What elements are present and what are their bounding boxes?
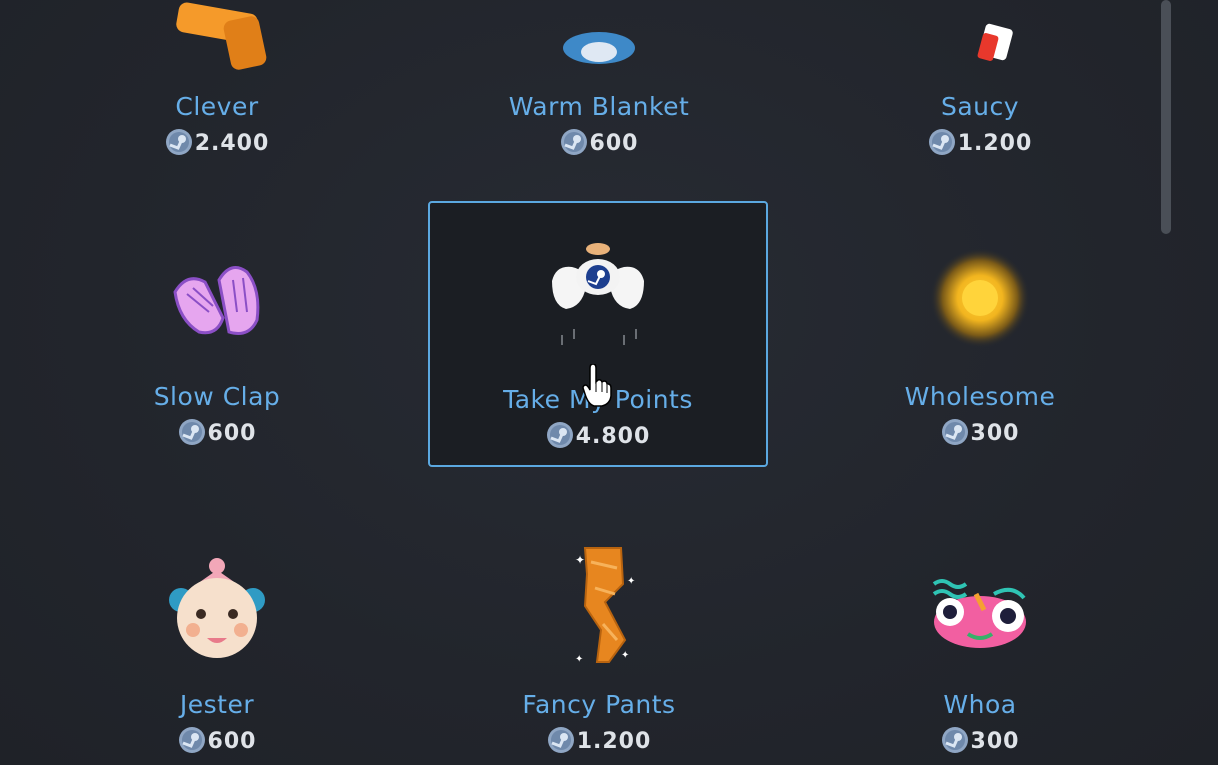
reward-name: Whoa [943,690,1017,719]
steam-points-coin-icon [546,421,574,449]
reward-tile-whoa[interactable]: Whoa 300 [810,510,1150,765]
reward-name: Clever [175,92,259,121]
price-value: 300 [970,421,1020,446]
reward-name: Saucy [940,92,1020,121]
steam-points-coin-icon [928,128,956,156]
reward-name: Slow Clap [153,382,281,411]
reward-price: 600 [47,418,387,446]
steam-points-coin-icon [941,418,969,446]
reward-tile-fancy-pants[interactable]: ✦ ✦ ✦ ✦ Fancy Pants 1.200 [429,510,769,765]
steam-points-coin-icon [178,418,206,446]
whoa-face-icon [920,554,1040,674]
price-value: 1.200 [576,729,652,754]
reward-price: 600 [47,726,387,754]
reward-tile-jester[interactable]: Jester 600 [47,510,387,765]
svg-text:✦: ✦ [621,650,629,661]
reward-tile-wholesome[interactable]: Wholesome 300 [810,202,1150,468]
reward-name: Wholesome [904,382,1056,411]
steam-points-coin-icon [178,726,206,754]
svg-text:✦: ✦ [575,553,585,567]
scrollbar-thumb[interactable] [1161,0,1171,234]
reward-tile-clever[interactable]: Clever 2.400 [47,0,387,178]
price-value: 600 [207,421,257,446]
saucy-icon [920,0,1040,76]
reward-name: Warm Blanket [508,92,690,121]
price-value: 4.800 [575,424,651,449]
svg-text:✦: ✦ [627,576,635,587]
price-value: 2.400 [194,131,270,156]
reward-price: 4.800 [430,421,766,449]
price-value: 600 [207,729,257,754]
reward-tile-warm-blanket[interactable]: Warm Blanket 600 [429,0,769,178]
reward-price: 300 [810,418,1150,446]
reward-price: 600 [429,128,769,156]
jester-face-icon [157,554,277,674]
steam-points-coin-icon [941,726,969,754]
clever-hand-icon [157,0,277,76]
price-value: 300 [970,729,1020,754]
price-value: 600 [589,131,639,156]
reward-tile-saucy[interactable]: Saucy 1.200 [810,0,1150,178]
take-my-points-icon [538,231,658,351]
reward-name: Jester [179,690,255,719]
wholesome-glow-icon [920,242,1040,362]
reward-tile-take-my-points[interactable]: Take My Points 4.800 [428,201,768,467]
hand-cursor-icon [582,363,612,408]
svg-text:✦: ✦ [575,654,583,664]
slow-clap-icon [157,242,277,362]
reward-name: Fancy Pants [522,690,676,719]
reward-price: 300 [810,726,1150,754]
reward-price: 1.200 [429,726,769,754]
steam-points-coin-icon [165,128,193,156]
reward-tile-slow-clap[interactable]: Slow Clap 600 [47,202,387,468]
price-value: 1.200 [957,131,1033,156]
reward-price: 2.400 [47,128,387,156]
fancy-pants-icon: ✦ ✦ ✦ ✦ [539,544,659,664]
steam-points-coin-icon [560,128,588,156]
steam-points-coin-icon [547,726,575,754]
points-shop-grid: Clever 2.400 Warm Blanket 600 Saucy 1.20… [0,0,1218,765]
warm-blanket-icon [539,0,659,76]
reward-price: 1.200 [810,128,1150,156]
